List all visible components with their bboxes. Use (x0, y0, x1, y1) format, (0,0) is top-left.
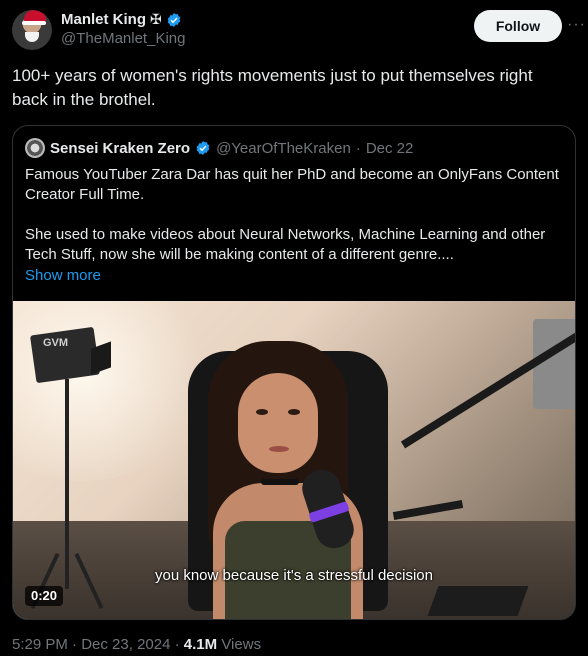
quoted-author-name: Sensei Kraken Zero (50, 139, 191, 157)
quoted-date: Dec 22 (365, 139, 414, 157)
cross-icon: ✠ (150, 11, 162, 27)
light-brand-label: GVM (43, 337, 69, 349)
video-duration-badge: 0:20 (25, 586, 64, 606)
beard-shape (25, 32, 39, 42)
light-stand (65, 379, 69, 589)
tweet-time[interactable]: 5:29 PM (12, 636, 68, 653)
video-caption: you know because it's a stressful decisi… (154, 567, 433, 584)
author-handle[interactable]: @TheManlet_King (61, 30, 185, 47)
verified-badge-icon (167, 12, 181, 27)
author-display-name[interactable]: Manlet King (61, 11, 146, 28)
person-lips (269, 446, 289, 452)
views-count: 4.1M (183, 636, 218, 653)
quoted-author-handle: @YearOfTheKraken (216, 139, 351, 157)
video-player[interactable]: GVM you know because it's a stressful de… (13, 301, 575, 619)
author-name-row: Manlet King ✠ (61, 11, 182, 28)
author-avatar[interactable] (12, 10, 52, 50)
wall-glow (13, 301, 213, 481)
more-icon[interactable]: ··· (567, 16, 586, 34)
quoted-author-avatar (25, 138, 45, 158)
follow-button[interactable]: Follow (474, 10, 562, 42)
meta-separator: · (72, 636, 78, 653)
verified-badge-icon (196, 141, 210, 155)
quoted-tweet-header: Sensei Kraken Zero @YearOfTheKraken · De… (25, 138, 413, 158)
mic-arm-lower (392, 499, 464, 521)
person-eye (288, 409, 300, 415)
tweet-text: 100+ years of women's rights movements j… (12, 66, 533, 109)
quoted-tweet-text: Famous YouTuber Zara Dar has quit her Ph… (25, 165, 565, 265)
studio-light (29, 326, 101, 384)
quoted-tweet[interactable]: Sensei Kraken Zero @YearOfTheKraken · De… (12, 125, 576, 620)
quoted-paragraph-1: Famous YouTuber Zara Dar has quit her Ph… (25, 166, 559, 203)
quoted-paragraph-2: She used to make videos about Neural Net… (25, 226, 546, 263)
quoted-separator: · (355, 139, 361, 157)
views-label: Views (221, 636, 262, 653)
keyboard (427, 586, 529, 616)
meta-separator: · (174, 636, 180, 653)
person-eye (256, 409, 268, 415)
tweet-meta: 5:29 PM · Dec 23, 2024 · 4.1M Views (12, 636, 261, 653)
tweet-header: Manlet King ✠ @TheManlet_King Follow ··· (12, 8, 585, 52)
hat-trim-shape (22, 21, 46, 25)
person-face (238, 373, 318, 473)
show-more-link[interactable]: Show more (25, 267, 101, 284)
choker (261, 479, 299, 485)
tweet-date[interactable]: Dec 23, 2024 (81, 636, 170, 653)
